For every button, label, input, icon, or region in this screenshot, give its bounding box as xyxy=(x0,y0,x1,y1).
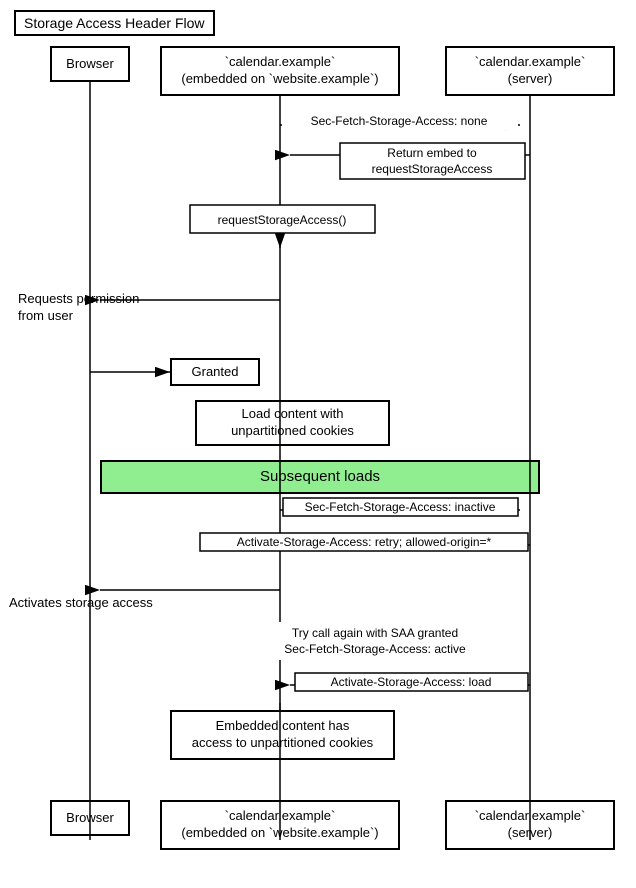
load-content-box: Load content with unpartitioned cookies xyxy=(195,400,390,446)
diagram: Storage Access Header Flow Browser `cale… xyxy=(0,0,636,888)
request-permission-box: Requests permission from user xyxy=(14,280,169,336)
embed-bottom-box: `calendar.example` (embedded on `website… xyxy=(160,800,400,850)
svg-text:requestStorageAccess: requestStorageAccess xyxy=(372,162,493,176)
embedded-content-box: Embedded content has access to unpartiti… xyxy=(170,710,395,760)
svg-text:Sec-Fetch-Storage-Access: acti: Sec-Fetch-Storage-Access: active xyxy=(284,642,466,656)
svg-text:requestStorageAccess(): requestStorageAccess() xyxy=(218,213,347,227)
granted-box: Granted xyxy=(170,358,260,386)
subsequent-loads-box: Subsequent loads xyxy=(100,460,540,494)
activates-storage-box: Activates storage access xyxy=(5,585,180,621)
svg-text:Sec-Fetch-Storage-Access: none: Sec-Fetch-Storage-Access: none xyxy=(311,114,488,128)
svg-text:Return embed to: Return embed to xyxy=(387,146,477,160)
svg-text:Try call again with SAA grante: Try call again with SAA granted xyxy=(292,626,458,640)
browser-bottom-box: Browser xyxy=(50,800,130,836)
server-bottom-box: `calendar.example` (server) xyxy=(445,800,615,850)
diagram-title: Storage Access Header Flow xyxy=(14,10,215,36)
svg-text:Sec-Fetch-Storage-Access: inac: Sec-Fetch-Storage-Access: inactive xyxy=(305,500,496,514)
svg-text:Activate-Storage-Access: load: Activate-Storage-Access: load xyxy=(331,675,492,689)
server-top-box: `calendar.example` (server) xyxy=(445,46,615,96)
embed-top-box: `calendar.example` (embedded on `website… xyxy=(160,46,400,96)
svg-text:Activate-Storage-Access: retry: Activate-Storage-Access: retry; allowed-… xyxy=(237,535,492,549)
browser-top-box: Browser xyxy=(50,46,130,82)
